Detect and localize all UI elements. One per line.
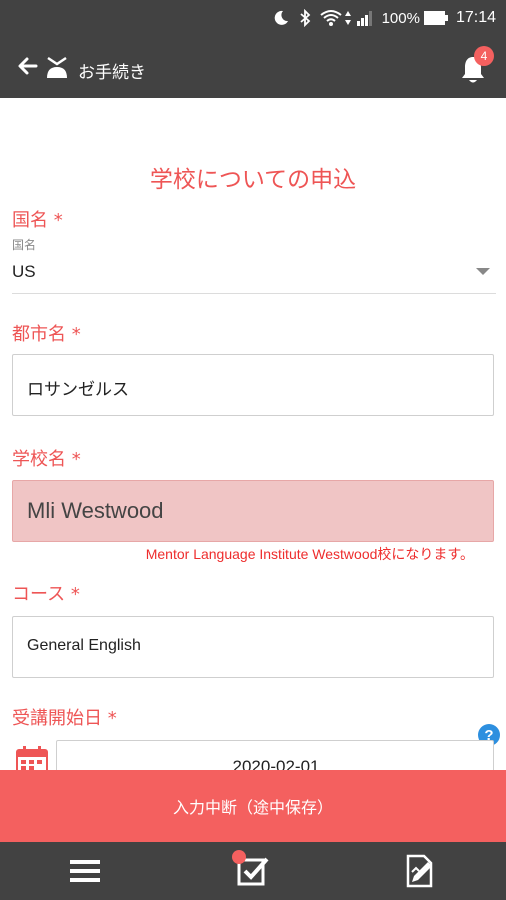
country-value: US: [12, 262, 36, 281]
nav-checklist[interactable]: [232, 850, 270, 888]
country-select[interactable]: US: [12, 254, 496, 294]
school-label: 学校名 *: [12, 449, 81, 470]
nav-documents[interactable]: [404, 854, 438, 888]
notification-badge: 4: [474, 46, 494, 66]
moon-icon: [272, 9, 290, 27]
calendar-icon[interactable]: [16, 746, 48, 770]
notifications-button[interactable]: 4: [458, 46, 494, 84]
start-date-value: 2020-02-01: [232, 757, 320, 770]
dropdown-arrow-icon: [476, 268, 490, 275]
bottom-nav: [0, 842, 506, 900]
form-content[interactable]: 学校についての申込 国名 * 国名 US 都市名 * ロサンゼルス 学校名 * …: [0, 98, 506, 770]
app-logo-icon: [47, 56, 67, 78]
status-bar: 100% 17:14: [0, 0, 506, 36]
course-label: コース *: [12, 584, 80, 605]
school-helper-text: Mentor Language Institute Westwood校になります…: [145, 546, 474, 562]
start-date-input[interactable]: 2020-02-01: [56, 740, 494, 770]
clock: 17:14: [455, 9, 496, 26]
country-label: 国名 *: [12, 210, 63, 231]
school-value: Mli Westwood: [27, 498, 164, 523]
nav-menu[interactable]: [68, 854, 102, 888]
city-input[interactable]: ロサンゼルス: [12, 354, 494, 416]
school-input[interactable]: Mli Westwood: [12, 480, 494, 542]
battery-percent: 100%: [381, 9, 420, 27]
menu-icon: [70, 860, 100, 882]
city-value: ロサンゼルス: [27, 380, 129, 400]
start-date-label: 受講開始日 *: [12, 708, 117, 729]
bluetooth-icon: [298, 9, 312, 27]
course-value: General English: [27, 637, 141, 654]
wifi-icon: [319, 9, 342, 27]
page-title: お手続き: [78, 63, 146, 83]
country-field-label: 国名: [12, 238, 37, 252]
battery-icon: [423, 11, 448, 25]
course-input[interactable]: General English: [12, 616, 494, 678]
app-bar: お手続き 4: [0, 36, 506, 98]
document-edit-icon: [406, 854, 433, 888]
save-draft-button[interactable]: 入力中断（途中保存）: [0, 770, 506, 842]
back-button[interactable]: [14, 52, 42, 80]
data-arrows-icon: [344, 9, 352, 27]
signal-icon: [356, 9, 374, 27]
form-title: 学校についての申込: [149, 167, 357, 193]
back-arrow-icon: [18, 57, 38, 75]
nav-notification-dot: [232, 850, 246, 864]
save-draft-label: 入力中断（途中保存）: [172, 798, 333, 817]
city-label: 都市名 *: [12, 324, 81, 345]
